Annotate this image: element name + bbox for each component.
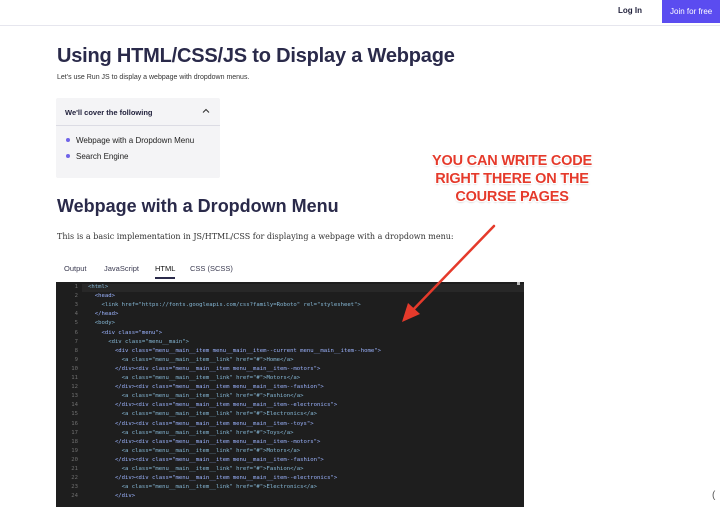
line-number: 4 bbox=[74, 311, 78, 318]
code-line: <a class="menu__main__item__link" href="… bbox=[88, 484, 318, 491]
tab-output[interactable]: Output bbox=[64, 264, 87, 277]
code-line: </head> bbox=[88, 311, 119, 318]
line-number-gutter: 1 2 3 4 5 6 7 8 9 10 11 12 13 14 15 16 17 18 19 20 21 22 23 24 bbox=[56, 282, 82, 507]
page-title: Using HTML/CSS/JS to Display a Webpage bbox=[57, 45, 455, 67]
table-of-contents: We'll cover the following Webpage with a… bbox=[56, 98, 220, 178]
code-line: <a class="menu__main__item__link" href="… bbox=[88, 466, 304, 472]
line-number: 5 bbox=[74, 320, 78, 327]
line-number: 13 bbox=[71, 393, 78, 400]
code-line: </div> bbox=[88, 493, 136, 500]
code-line: <html> bbox=[88, 284, 109, 290]
bullet-icon bbox=[66, 154, 70, 158]
callout-line: RIGHT THERE ON THE bbox=[435, 171, 589, 187]
code-line: </div><div class="menu__main__item menu_… bbox=[88, 420, 314, 427]
edge-fragment: ( bbox=[712, 490, 716, 501]
line-number: 11 bbox=[71, 375, 78, 381]
line-number: 14 bbox=[71, 402, 78, 409]
login-link[interactable]: Log In bbox=[618, 6, 642, 15]
code-line: <a class="menu__main__item__link" href="… bbox=[88, 429, 294, 436]
bullet-icon bbox=[66, 138, 70, 142]
arrow-annotation bbox=[402, 224, 496, 322]
toc-item[interactable]: Search Engine bbox=[66, 152, 128, 161]
line-number: 24 bbox=[71, 493, 78, 500]
toc-item[interactable]: Webpage with a Dropdown Menu bbox=[66, 136, 194, 145]
line-number: 8 bbox=[74, 347, 78, 354]
line-number: 9 bbox=[74, 356, 78, 363]
code-line: </div><div class="menu__main__item menu_… bbox=[88, 365, 321, 372]
code-line: <a class="menu__main__item__link" href="… bbox=[88, 411, 318, 418]
line-number: 22 bbox=[71, 475, 78, 482]
code-line: <div class="menu"> bbox=[88, 329, 163, 336]
code-line: <div class="menu__main"> bbox=[88, 338, 190, 345]
toc-item-label: Search Engine bbox=[76, 152, 129, 161]
toc-item-label: Webpage with a Dropdown Menu bbox=[76, 136, 195, 145]
line-number: 6 bbox=[74, 329, 78, 336]
line-number: 12 bbox=[71, 384, 78, 391]
code-line: <body> bbox=[88, 320, 115, 327]
tab-javascript[interactable]: JavaScript bbox=[104, 264, 139, 277]
line-number: 16 bbox=[71, 420, 78, 427]
line-number: 23 bbox=[71, 484, 78, 491]
code-line: <head> bbox=[88, 293, 115, 300]
code-line: <a class="menu__main__item__link" href="… bbox=[88, 393, 304, 400]
section-heading: Webpage with a Dropdown Menu bbox=[57, 196, 339, 216]
tab-html[interactable]: HTML bbox=[155, 264, 176, 279]
line-number: 17 bbox=[71, 429, 78, 436]
line-number: 1 bbox=[74, 284, 78, 290]
code-line: <a class="menu__main__item__link" href="… bbox=[88, 447, 301, 454]
line-number: 20 bbox=[71, 456, 78, 463]
code-line: <a class="menu__main__item__link" href="… bbox=[88, 356, 294, 363]
code-line: <div class="menu__main__item menu__main_… bbox=[88, 347, 381, 354]
line-number: 2 bbox=[74, 293, 78, 300]
tab-css[interactable]: CSS (SCSS) bbox=[190, 264, 233, 277]
code-line: <link href="https://fonts.googleapis.com… bbox=[88, 302, 361, 309]
top-nav-bar: Log In Join for free bbox=[0, 0, 720, 26]
line-number: 21 bbox=[71, 466, 78, 472]
line-number: 15 bbox=[71, 411, 78, 418]
toc-header[interactable]: We'll cover the following bbox=[56, 98, 220, 126]
line-number: 7 bbox=[74, 338, 78, 345]
code-line: <a class="menu__main__item__link" href="… bbox=[88, 375, 301, 381]
chevron-up-icon[interactable] bbox=[200, 105, 212, 117]
toc-heading: We'll cover the following bbox=[65, 108, 153, 117]
code-line: </div><div class="menu__main__item menu_… bbox=[88, 402, 338, 409]
page-subtitle: Let's use Run JS to display a webpage wi… bbox=[57, 74, 250, 81]
line-number: 10 bbox=[71, 365, 78, 372]
code-line: </div><div class="menu__main__item menu_… bbox=[88, 384, 324, 391]
scrollbar-thumb[interactable] bbox=[517, 282, 520, 285]
callout-line: YOU CAN WRITE CODE bbox=[432, 153, 592, 169]
code-line: </div><div class="menu__main__item menu_… bbox=[88, 475, 338, 482]
line-number: 18 bbox=[71, 438, 78, 445]
code-line: </div><div class="menu__main__item menu_… bbox=[88, 438, 321, 445]
join-button[interactable]: Join for free bbox=[662, 0, 720, 23]
line-number: 19 bbox=[71, 447, 78, 454]
line-number: 3 bbox=[74, 302, 78, 309]
code-line: </div><div class="menu__main__item menu_… bbox=[88, 456, 324, 463]
